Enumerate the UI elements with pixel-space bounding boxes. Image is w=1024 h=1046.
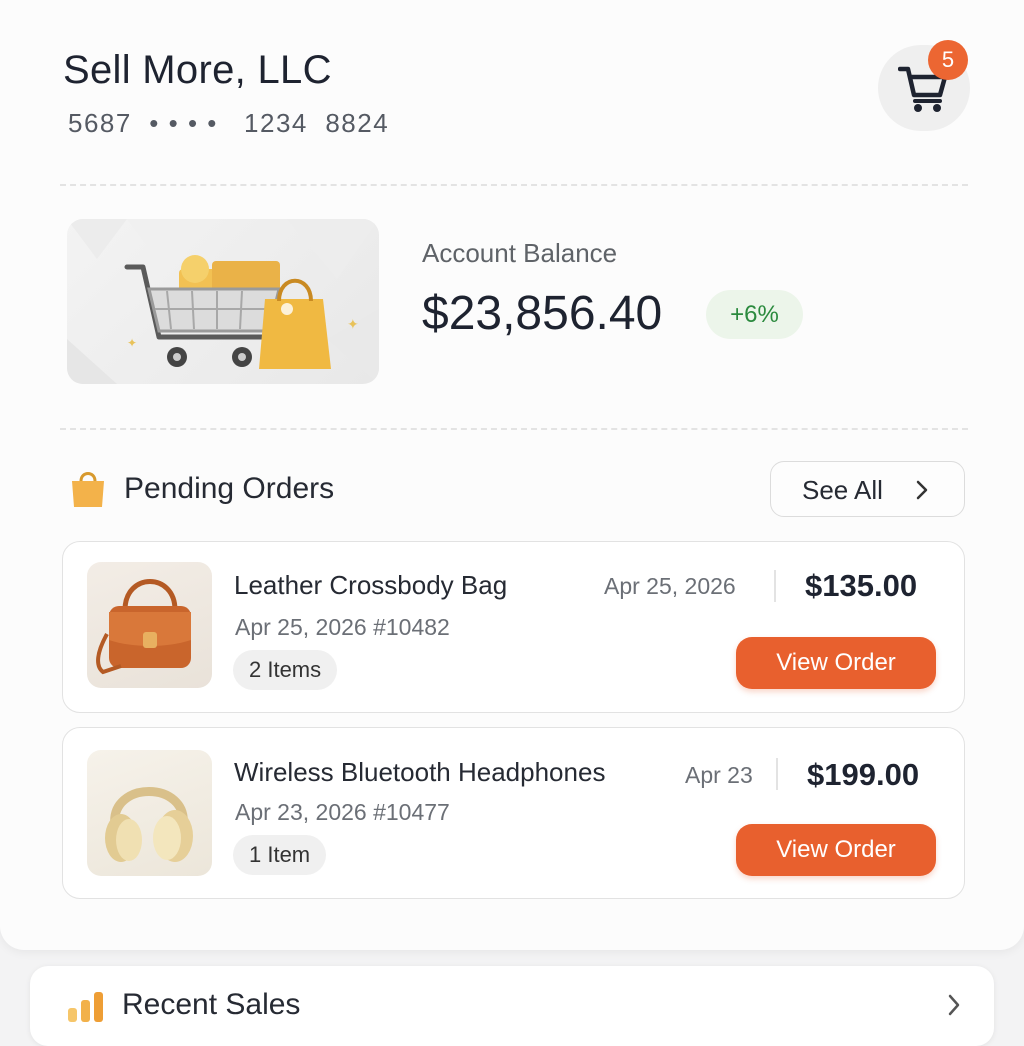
shopping-cart-illustration: ✦ ✦ <box>67 219 379 384</box>
order-meta: Apr 23, 2026 #10477 <box>235 799 450 825</box>
svg-text:✦: ✦ <box>347 317 359 333</box>
balance-change-badge: +6% <box>706 290 803 339</box>
order-price: $135.00 <box>805 568 918 603</box>
cart-count-badge: 5 <box>928 40 968 80</box>
handbag-image <box>96 579 191 675</box>
order-item-count: 1 Item <box>233 835 327 875</box>
divider <box>60 184 968 186</box>
order-thumbnail <box>87 562 212 688</box>
balance-label: Account Balance <box>422 238 618 268</box>
section-title-recent-sales: Recent Sales <box>122 988 301 1021</box>
divider <box>60 428 968 430</box>
view-order-button[interactable]: View Order <box>736 824 936 876</box>
order-date: Apr 25, 2026 <box>604 573 736 599</box>
order-date: Apr 23 <box>685 762 753 788</box>
see-all-button[interactable]: See All <box>770 461 965 517</box>
order-product-name: Leather Crossbody Bag <box>234 570 508 600</box>
chevron-right-icon <box>916 480 928 500</box>
svg-text:✦: ✦ <box>127 336 137 350</box>
headphones-image <box>105 787 193 862</box>
order-price: $199.00 <box>807 757 920 792</box>
bar-chart-icon <box>68 992 103 1022</box>
order-card[interactable]: Wireless Bluetooth Headphones Apr 23 $19… <box>62 727 965 899</box>
chevron-right-icon <box>948 994 960 1016</box>
hero-image: ✦ ✦ <box>67 219 379 384</box>
balance-value: $23,856.40 <box>422 287 663 340</box>
order-card[interactable]: Leather Crossbody Bag Apr 25, 2026 $135.… <box>62 541 965 713</box>
order-item-count: 2 Items <box>233 650 338 690</box>
order-thumbnail <box>87 750 212 876</box>
order-product-name: Wireless Bluetooth Headphones <box>234 757 606 787</box>
view-order-button[interactable]: View Order <box>736 637 936 689</box>
account-number: 5687 • • • • 1234 8824 <box>68 108 390 138</box>
shopping-bag-icon <box>72 472 104 507</box>
divider <box>776 758 778 790</box>
recent-sales-card[interactable]: Recent Sales <box>30 966 994 1046</box>
order-meta: Apr 25, 2026 #10482 <box>235 614 450 640</box>
company-name: Sell More, LLC <box>63 48 332 92</box>
see-all-label: See All <box>802 475 883 505</box>
main-card: Sell More, LLC 5687 • • • • 1234 8824 5 <box>0 0 1024 950</box>
section-title-pending-orders: Pending Orders <box>124 472 335 505</box>
divider <box>774 570 776 602</box>
